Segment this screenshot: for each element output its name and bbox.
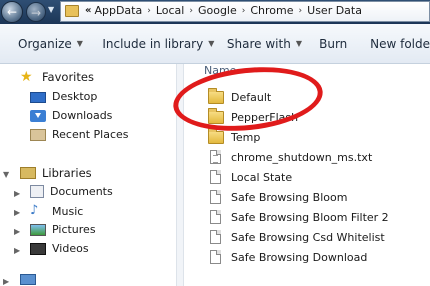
nav-libraries-label: Libraries — [42, 166, 92, 180]
nav-documents[interactable]: Documents — [30, 185, 113, 198]
burn-button[interactable]: Burn — [319, 37, 370, 51]
list-item[interactable]: PepperFlash — [208, 107, 299, 126]
item-name: chrome_shutdown_ms.txt — [231, 150, 373, 164]
command-bar: Organize ▼ Include in library ▼ Share wi… — [0, 24, 430, 64]
nav-music-label: Music — [52, 204, 84, 218]
nav-favorites-label: Favorites — [42, 70, 94, 84]
file-icon — [210, 190, 221, 204]
nav-videos-label: Videos — [52, 242, 89, 255]
crumb-separator[interactable]: › — [299, 6, 303, 16]
nav-downloads[interactable]: Downloads — [30, 109, 112, 122]
nav-recent-places[interactable]: Recent Places — [30, 128, 129, 141]
include-in-library-button[interactable]: Include in library ▼ — [102, 37, 227, 51]
back-arrow-icon: ← — [6, 5, 18, 19]
item-name: Temp — [231, 130, 261, 144]
file-icon — [210, 230, 221, 244]
folder-icon — [65, 5, 79, 17]
navigation-pane: ★ Favorites Desktop Downloads Recent Pla… — [0, 64, 176, 286]
nav-documents-label: Documents — [50, 185, 113, 198]
item-name: Safe Browsing Bloom — [231, 190, 348, 204]
new-folder-label: New folde — [370, 36, 430, 51]
nav-recent-places-label: Recent Places — [52, 128, 129, 141]
folder-icon — [208, 87, 224, 104]
crumb-google[interactable]: Google — [198, 4, 237, 17]
crumb-user-data[interactable]: User Data — [307, 4, 362, 17]
libraries-icon — [20, 167, 36, 179]
crumb-separator[interactable]: › — [242, 6, 246, 16]
back-button[interactable]: ← — [1, 1, 23, 23]
nav-favorites[interactable]: ★ Favorites — [20, 70, 94, 84]
organize-label: Organize — [18, 36, 72, 51]
include-in-library-label: Include in library — [102, 36, 204, 51]
crumb-separator[interactable]: › — [189, 6, 193, 16]
expand-computer-icon[interactable]: ▶ — [3, 277, 9, 286]
desktop-icon — [30, 91, 46, 103]
folder-icon — [208, 127, 224, 144]
list-item[interactable]: Local State — [208, 168, 292, 186]
list-item[interactable]: Safe Browsing Bloom Filter 2 — [208, 208, 389, 226]
download-icon — [30, 109, 46, 122]
expand-music-icon[interactable]: ▶ — [14, 208, 20, 217]
list-item[interactable]: Safe Browsing Bloom — [208, 188, 347, 206]
forward-arrow-icon: → — [30, 6, 42, 20]
share-with-button[interactable]: Share with ▼ — [227, 37, 319, 51]
address-breadcrumb[interactable]: « AppData › Local › Google › Chrome › Us… — [60, 1, 430, 22]
crumb-separator[interactable]: › — [147, 6, 151, 16]
nav-computer[interactable] — [20, 274, 42, 285]
item-name: Safe Browsing Download — [231, 250, 368, 264]
item-name: PepperFlash — [231, 110, 299, 124]
item-name: Safe Browsing Csd Whitelist — [231, 230, 385, 244]
expand-pictures-icon[interactable]: ▶ — [14, 227, 20, 236]
file-icon — [210, 250, 221, 264]
text-file-icon — [210, 150, 221, 164]
expand-libraries-icon[interactable]: ▼ — [3, 170, 9, 179]
column-header-name[interactable]: Name — [204, 64, 236, 77]
item-name: Local State — [231, 170, 293, 184]
crumb-chrome[interactable]: Chrome — [250, 4, 293, 17]
crumb-local[interactable]: Local — [156, 4, 185, 17]
nav-music[interactable]: ♪ Music — [30, 204, 83, 218]
list-item[interactable]: Temp — [208, 127, 261, 146]
file-icon — [210, 210, 221, 224]
address-bar-region: ← → ▼ « AppData › Local › Google › Chrom… — [0, 0, 430, 24]
item-name: Safe Browsing Bloom Filter 2 — [231, 210, 389, 224]
forward-button[interactable]: → — [26, 2, 46, 22]
music-note-icon: ♪ — [30, 203, 39, 218]
pane-splitter[interactable] — [176, 64, 184, 286]
file-list: Name Default PepperFlash Temp chrome_shu… — [184, 64, 430, 286]
new-folder-button[interactable]: New folde — [370, 37, 430, 51]
share-with-label: Share with — [226, 36, 291, 51]
nav-downloads-label: Downloads — [52, 109, 113, 122]
computer-icon — [20, 274, 36, 285]
expand-documents-icon[interactable]: ▶ — [14, 189, 20, 198]
nav-libraries[interactable]: Libraries — [20, 166, 92, 180]
file-icon — [210, 170, 221, 184]
breadcrumb-overflow[interactable]: « — [85, 5, 91, 16]
breadcrumb: « AppData › Local › Google › Chrome › Us… — [85, 4, 362, 17]
nav-pictures-label: Pictures — [52, 223, 96, 236]
star-icon: ★ — [20, 69, 33, 85]
pictures-icon — [30, 223, 46, 236]
chevron-down-icon: ▼ — [76, 39, 83, 48]
chevron-down-icon: ▼ — [208, 39, 215, 48]
organize-button[interactable]: Organize ▼ — [18, 37, 102, 51]
list-item[interactable]: Default — [208, 87, 272, 106]
item-name: Default — [231, 90, 272, 104]
videos-icon — [30, 242, 46, 255]
nav-desktop[interactable]: Desktop — [30, 90, 97, 103]
expand-videos-icon[interactable]: ▶ — [14, 246, 20, 255]
list-item[interactable]: Safe Browsing Csd Whitelist — [208, 228, 385, 246]
list-item[interactable]: Safe Browsing Download — [208, 248, 367, 266]
chevron-down-icon: ▼ — [295, 39, 302, 48]
burn-label: Burn — [319, 36, 348, 51]
list-item[interactable]: chrome_shutdown_ms.txt — [208, 148, 372, 166]
nav-videos[interactable]: Videos — [30, 242, 89, 255]
nav-desktop-label: Desktop — [52, 90, 98, 103]
recent-pages-dropdown-icon[interactable]: ▼ — [48, 5, 54, 14]
recent-places-icon — [30, 128, 46, 141]
folder-icon — [208, 107, 224, 124]
documents-icon — [30, 185, 44, 198]
nav-pictures[interactable]: Pictures — [30, 223, 96, 236]
crumb-appdata[interactable]: AppData — [94, 4, 142, 17]
